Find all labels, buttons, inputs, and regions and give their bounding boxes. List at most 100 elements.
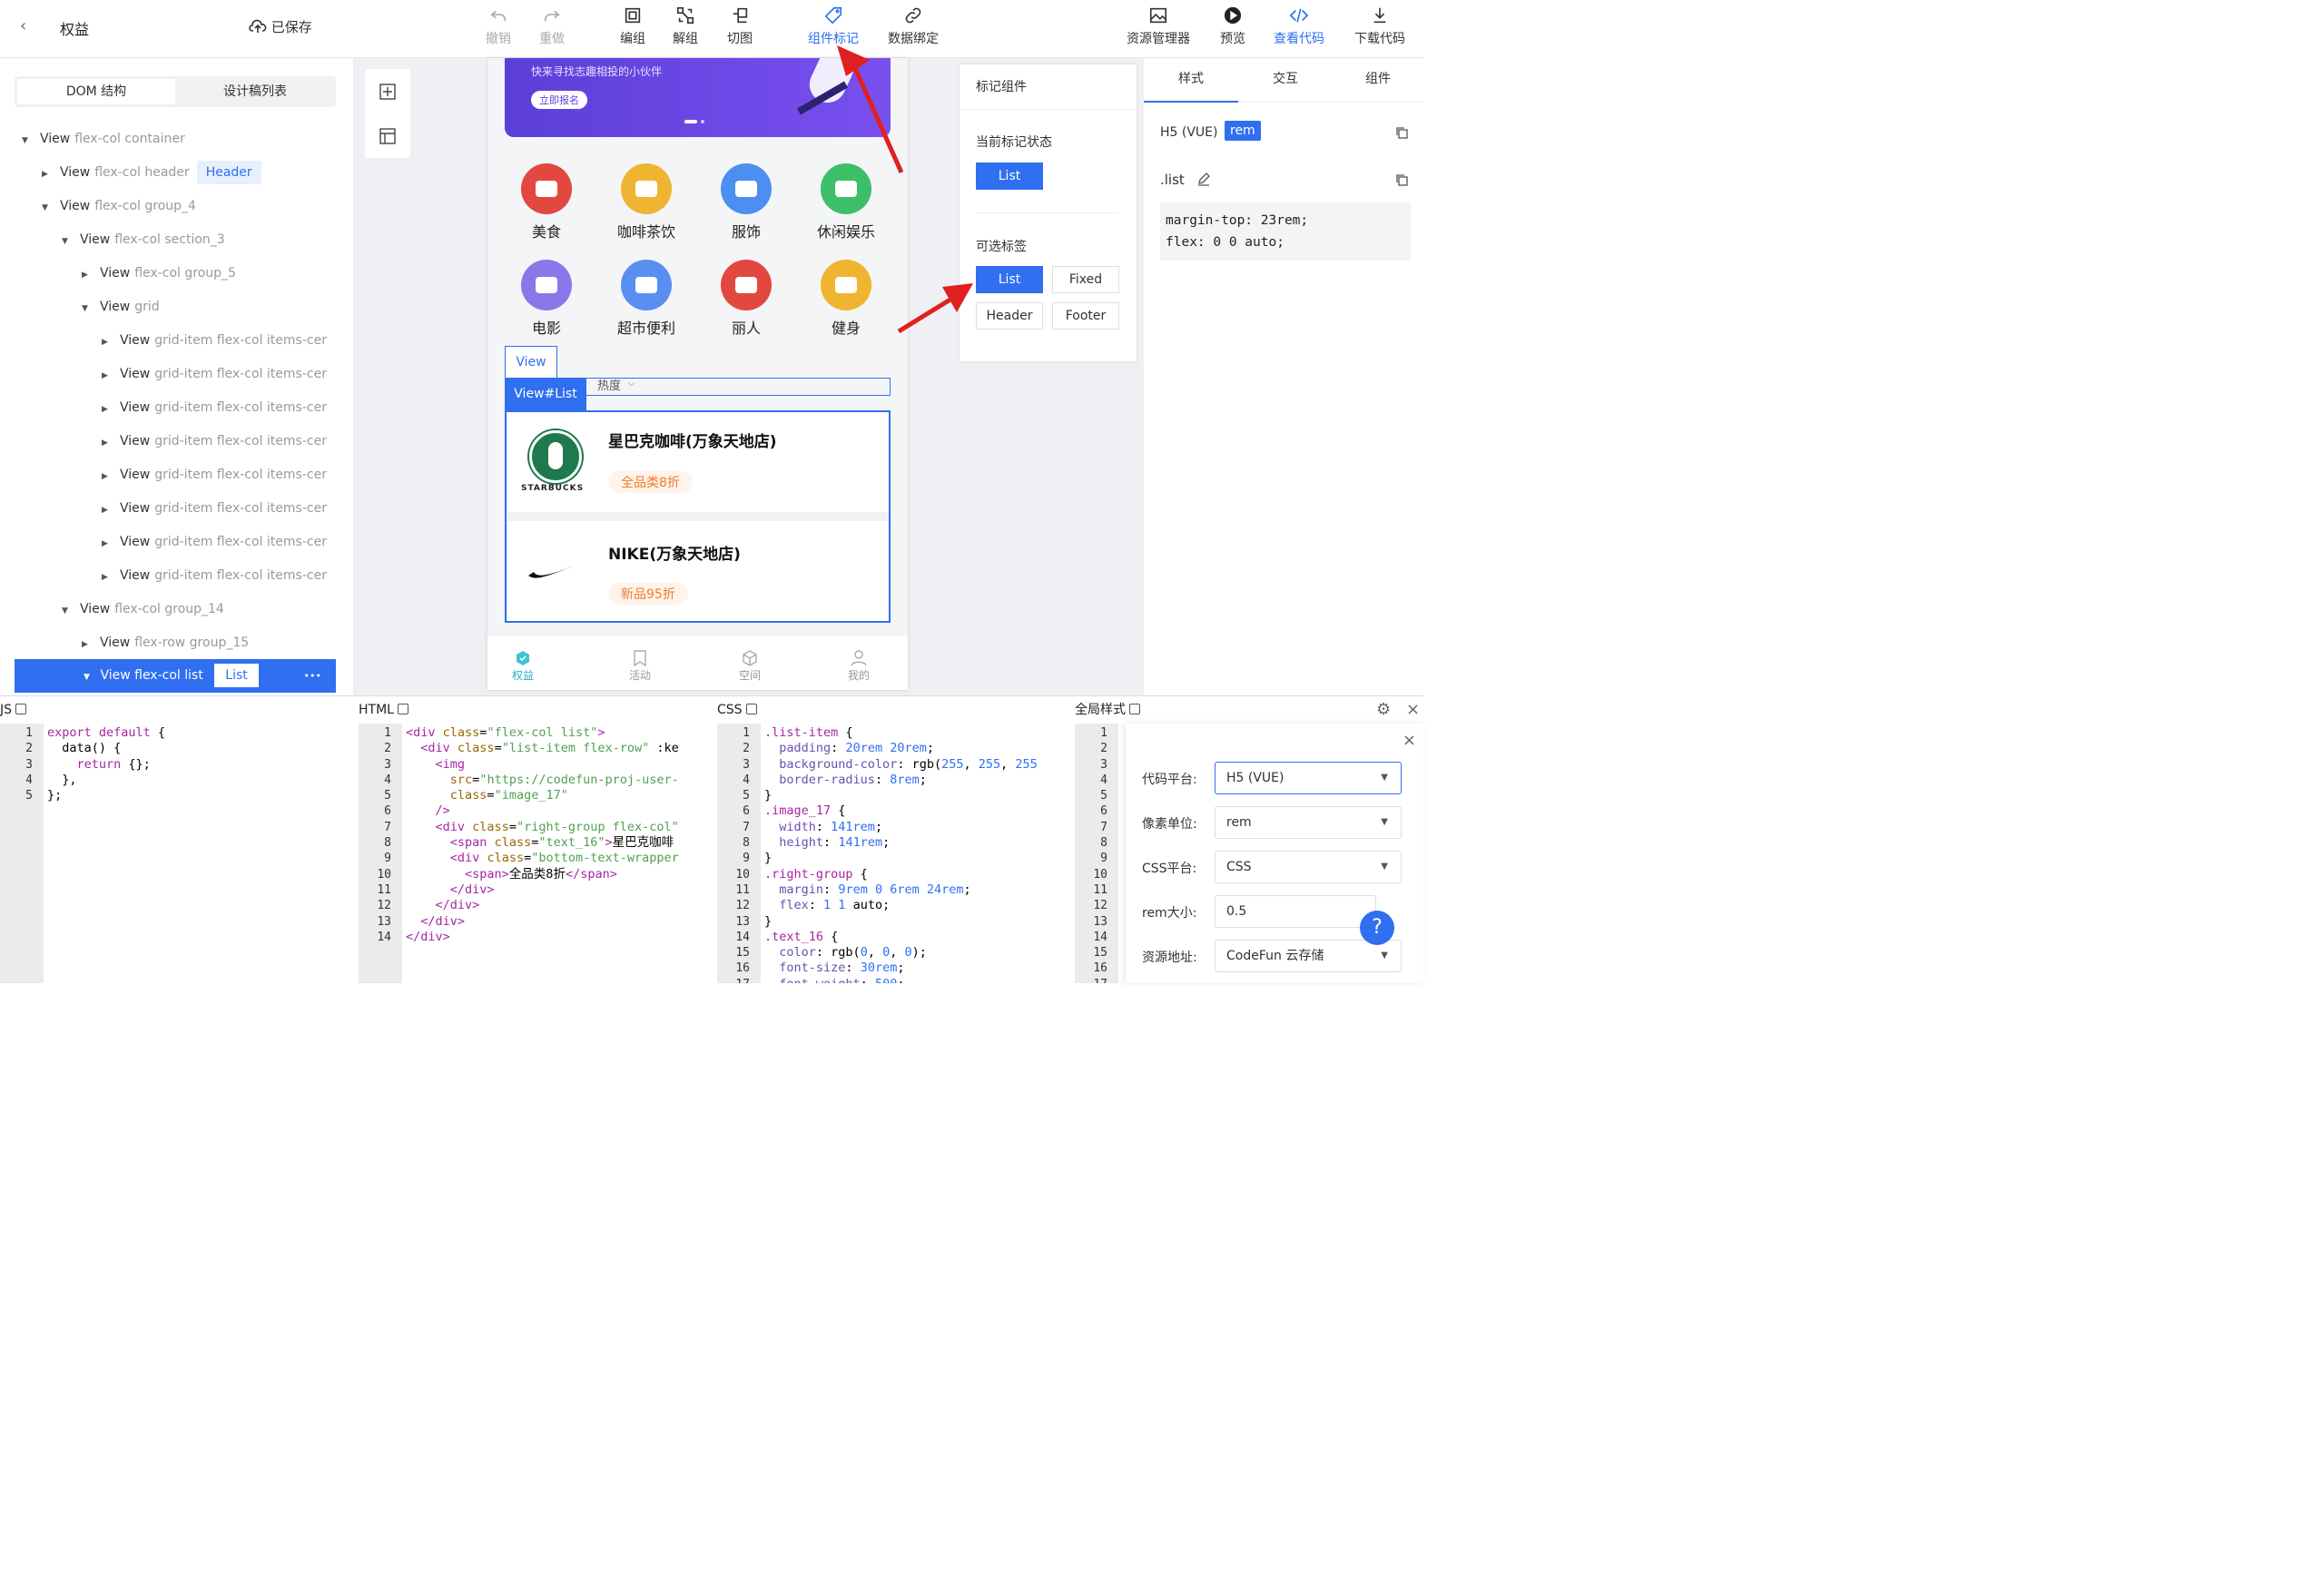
- tree-node-type: View: [80, 232, 111, 247]
- caret-right-icon[interactable]: ▶: [102, 460, 114, 492]
- layout-icon[interactable]: [379, 127, 397, 145]
- copy-icon[interactable]: [1394, 172, 1409, 191]
- edit-icon[interactable]: [1196, 172, 1211, 190]
- copy-icon[interactable]: [746, 704, 758, 714]
- ungroup-button[interactable]: 解组: [656, 5, 714, 47]
- preview-button[interactable]: 预览: [1204, 5, 1262, 47]
- html-editor[interactable]: 1 2 3 4 5 6 7 8 9 10 11 12 13 14 <div class="flex-col…: [359, 724, 714, 983]
- setting-select[interactable]: CSS ▼: [1215, 851, 1402, 883]
- css-editor[interactable]: 1234567891011121314151617 .list-item { p…: [717, 724, 1071, 983]
- tree-row[interactable]: ▶ View grid-item flex-col items-cer: [102, 492, 336, 526]
- tree-row[interactable]: ▶ View flex-col group_5: [82, 257, 336, 291]
- help-button[interactable]: ?: [1360, 911, 1394, 945]
- category-item[interactable]: 美食: [510, 163, 583, 241]
- tree-row[interactable]: ▶ View grid-item flex-col items-cer: [102, 391, 336, 425]
- caret-right-icon[interactable]: ▶: [102, 360, 114, 391]
- option-footer-button[interactable]: Footer: [1052, 302, 1119, 330]
- tab-component[interactable]: 组件: [1333, 58, 1423, 103]
- asset-manager-button[interactable]: 资源管理器: [1122, 5, 1195, 47]
- download-code-button[interactable]: 下载代码: [1348, 5, 1412, 47]
- list-item[interactable]: STARBUCKS 星巴克咖啡(万象天地店) 全品类8折: [507, 412, 889, 512]
- project-title: 权益: [60, 21, 90, 38]
- category-item[interactable]: 丽人: [710, 260, 782, 338]
- category-item[interactable]: 服饰: [710, 163, 782, 241]
- close-icon[interactable]: ×: [1406, 696, 1420, 724]
- cloud-upload-icon: [249, 19, 267, 33]
- tree-row[interactable]: ▼ View flex-col container: [22, 123, 336, 156]
- tab-design-list[interactable]: 设计稿列表: [176, 79, 334, 104]
- move-icon[interactable]: [379, 83, 397, 101]
- setting-input[interactable]: 0.5: [1215, 895, 1376, 928]
- chevron-down-icon: ▼: [1381, 951, 1388, 961]
- copy-icon[interactable]: [398, 704, 409, 714]
- js-editor[interactable]: 12345 export default { data() { return {…: [0, 724, 355, 983]
- setting-select[interactable]: H5 (VUE) ▼: [1215, 762, 1402, 794]
- tree-row[interactable]: ▶ View grid-item flex-col items-cer: [102, 458, 336, 492]
- tab-rights[interactable]: 权益: [512, 649, 534, 683]
- tree-row[interactable]: ▶ View grid-item flex-col items-cer: [102, 526, 336, 559]
- tree-row[interactable]: ▶ View grid-item flex-col items-cer: [102, 358, 336, 391]
- tab-activity[interactable]: 活动: [629, 649, 651, 683]
- tree-node-class: grid-item flex-col items-cer: [154, 468, 327, 482]
- caret-down-icon[interactable]: ▼: [62, 225, 74, 257]
- settings-gear-icon[interactable]: ⚙: [1376, 696, 1391, 724]
- option-fixed-button[interactable]: Fixed: [1052, 266, 1119, 293]
- tree-row[interactable]: ▶ View grid-item flex-col items-cer: [102, 559, 336, 593]
- global-style-editor[interactable]: 1234567891011121314151617: [1075, 724, 1126, 983]
- tree-node-class: grid-item flex-col items-cer: [154, 501, 327, 516]
- caret-down-icon[interactable]: ▼: [82, 292, 94, 324]
- category-icon: [621, 260, 672, 310]
- tree-row[interactable]: ▼ View flex-col section_3: [62, 223, 336, 257]
- tree-node-class: grid-item flex-col items-cer: [154, 568, 327, 583]
- tree-node-class: grid-item flex-col items-cer: [154, 535, 327, 549]
- caret-down-icon[interactable]: ▼: [22, 124, 34, 156]
- caret-right-icon[interactable]: ▶: [102, 326, 114, 358]
- caret-right-icon[interactable]: ▶: [102, 494, 114, 526]
- tree-row[interactable]: ▼ View grid: [82, 291, 336, 324]
- copy-icon[interactable]: [1394, 125, 1409, 143]
- tree-row[interactable]: ▶ View flex-col header Header: [42, 156, 336, 190]
- tab-dom-structure[interactable]: DOM 结构: [17, 79, 175, 104]
- caret-right-icon[interactable]: ▶: [102, 393, 114, 425]
- tree-row[interactable]: ▼ View flex-col group_14: [62, 593, 336, 626]
- sort-label[interactable]: 热度: [597, 379, 621, 395]
- view-code-button[interactable]: 查看代码: [1267, 5, 1331, 47]
- redo-button[interactable]: 重做: [523, 5, 581, 47]
- caret-down-icon[interactable]: ▼: [62, 595, 74, 626]
- tab-style[interactable]: 样式: [1144, 58, 1238, 103]
- category-item[interactable]: 超市便利: [610, 260, 683, 338]
- undo-button[interactable]: 撤销: [469, 5, 527, 47]
- tree-row-selected-list[interactable]: ▼ View flex-col list List •••: [15, 659, 336, 693]
- caret-right-icon[interactable]: ▶: [102, 527, 114, 559]
- tree-row[interactable]: ▶ View grid-item flex-col items-cer: [102, 425, 336, 458]
- caret-right-icon[interactable]: ▶: [82, 628, 94, 660]
- close-icon[interactable]: ×: [1403, 731, 1416, 750]
- more-icon[interactable]: •••: [304, 659, 321, 693]
- setting-value: CodeFun 云存储: [1226, 949, 1324, 963]
- tab-mine[interactable]: 我的: [848, 649, 870, 683]
- setting-select[interactable]: rem ▼: [1215, 806, 1402, 839]
- tree-row[interactable]: ▼ View flex-col group_4: [42, 190, 336, 223]
- tree-row[interactable]: ▶ View grid-item flex-col items-cer: [102, 324, 336, 358]
- caret-down-icon[interactable]: ▼: [42, 192, 54, 223]
- banner-signup-button[interactable]: 立即报名: [531, 91, 587, 109]
- category-item[interactable]: 电影: [510, 260, 583, 338]
- caret-right-icon[interactable]: ▶: [42, 158, 54, 190]
- slice-button[interactable]: 切图: [711, 5, 769, 47]
- tab-space[interactable]: 空间: [739, 649, 761, 683]
- back-icon[interactable]: ‹: [20, 16, 26, 35]
- tree-row[interactable]: ▶ View flex-row group_15: [82, 626, 336, 660]
- group-button[interactable]: 编组: [604, 5, 662, 47]
- list-item[interactable]: NIKE(万象天地店) 新品95折: [507, 521, 889, 621]
- category-item[interactable]: 咖啡茶饮: [610, 163, 683, 241]
- home-icon: [517, 651, 529, 665]
- tab-interaction[interactable]: 交互: [1238, 58, 1333, 103]
- caret-down-icon: ▼: [84, 673, 90, 682]
- copy-icon[interactable]: [1129, 704, 1141, 714]
- selected-node-tag: List: [214, 664, 259, 687]
- caret-right-icon[interactable]: ▶: [102, 561, 114, 593]
- copy-icon[interactable]: [15, 704, 27, 714]
- caret-right-icon[interactable]: ▶: [82, 259, 94, 291]
- caret-right-icon[interactable]: ▶: [102, 427, 114, 458]
- chevron-down-icon: ⌵: [628, 379, 635, 389]
